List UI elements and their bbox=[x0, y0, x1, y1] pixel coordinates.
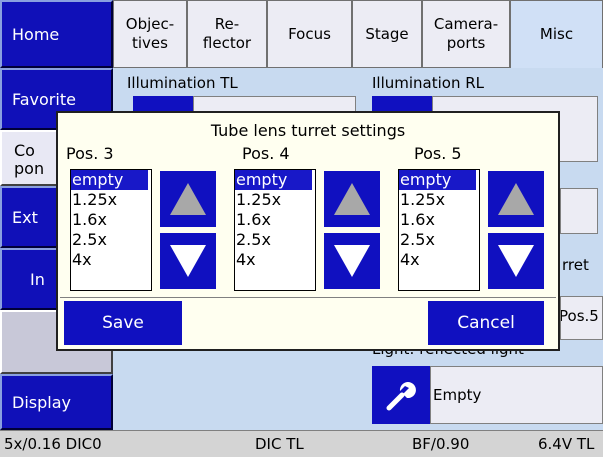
dialog-title: Tube lens turret settings bbox=[210, 121, 406, 140]
pos4-up-button[interactable] bbox=[324, 171, 380, 227]
pos4-label: Pos. 4 bbox=[242, 144, 290, 163]
tube-lens-dialog: Tube lens turret settings Pos. 3 empty 1… bbox=[56, 111, 560, 351]
pos3-down-button[interactable] bbox=[160, 233, 216, 289]
list-item[interactable]: 2.5x bbox=[235, 230, 315, 250]
tab-cameraports[interactable]: Camera-ports bbox=[422, 0, 510, 68]
wrench-icon bbox=[386, 382, 416, 411]
list-item[interactable]: 2.5x bbox=[399, 230, 479, 250]
arrow-up-icon bbox=[498, 183, 534, 215]
arrow-down-icon bbox=[334, 245, 370, 277]
illum-tl-value[interactable] bbox=[193, 96, 356, 112]
status-bar: 5x/0.16 DIC0 DIC TL BF/0.90 6.4V TL bbox=[0, 430, 603, 457]
tab-focus-label: Focus bbox=[288, 24, 331, 43]
pos5-listbox[interactable]: empty 1.25x 1.6x 2.5x 4x bbox=[398, 169, 480, 291]
arrow-up-icon bbox=[334, 183, 370, 215]
nav-display-label: Display bbox=[12, 392, 71, 412]
nav-display-button[interactable]: Display bbox=[0, 374, 113, 430]
pos5-label: Pos. 5 bbox=[414, 144, 462, 163]
list-item[interactable]: 4x bbox=[71, 250, 151, 270]
pos4-down-button[interactable] bbox=[324, 233, 380, 289]
tab-objectives-l1: Objec- bbox=[125, 15, 175, 33]
tab-reflector[interactable]: Re-flector bbox=[187, 0, 267, 68]
turret-box-top[interactable] bbox=[560, 188, 598, 234]
list-item[interactable]: 1.6x bbox=[71, 210, 151, 230]
pos4-listbox[interactable]: empty 1.25x 1.6x 2.5x 4x bbox=[234, 169, 316, 291]
turret-pos-box[interactable]: Pos.5 bbox=[560, 296, 603, 340]
list-item[interactable]: 1.25x bbox=[235, 190, 315, 210]
list-item[interactable]: 1.6x bbox=[399, 210, 479, 230]
pos5-up-button[interactable] bbox=[488, 171, 544, 227]
pos3-label: Pos. 3 bbox=[66, 144, 114, 163]
pos3-listbox[interactable]: empty 1.25x 1.6x 2.5x 4x bbox=[70, 169, 152, 291]
list-item[interactable]: empty bbox=[235, 170, 312, 190]
nav-in-label: In bbox=[30, 269, 45, 289]
tab-cameraports-l1: Camera- bbox=[433, 15, 499, 33]
tab-stage-label: Stage bbox=[365, 24, 409, 43]
status-aperture: BF/0.90 bbox=[412, 435, 470, 453]
illumination-tl-label: Illumination TL bbox=[127, 74, 238, 92]
wrench-button[interactable] bbox=[372, 366, 430, 424]
tab-objectives[interactable]: Objec-tives bbox=[113, 0, 187, 68]
nav-ext-label: Ext bbox=[12, 207, 38, 227]
list-item[interactable]: 2.5x bbox=[71, 230, 151, 250]
tab-reflector-l1: Re- bbox=[214, 15, 240, 33]
nav-home-button[interactable]: Home bbox=[0, 0, 113, 68]
tab-reflector-l2: flector bbox=[202, 34, 252, 52]
nav-home-label: Home bbox=[12, 24, 60, 44]
illumination-rl-label: Illumination RL bbox=[372, 74, 485, 92]
pos5-down-button[interactable] bbox=[488, 233, 544, 289]
list-item[interactable]: empty bbox=[399, 170, 476, 190]
list-item[interactable]: 1.6x bbox=[235, 210, 315, 230]
status-contrast: DIC TL bbox=[255, 435, 304, 453]
list-item[interactable]: empty bbox=[71, 170, 148, 190]
nav-favorite-label: Favorite bbox=[12, 89, 76, 109]
status-voltage: 6.4V TL bbox=[538, 435, 595, 453]
status-objective: 5x/0.16 DIC0 bbox=[4, 435, 102, 453]
illum-tl-icon-button[interactable] bbox=[133, 96, 193, 112]
tab-stage[interactable]: Stage bbox=[352, 0, 422, 68]
arrow-down-icon bbox=[170, 245, 206, 277]
tab-misc[interactable]: Misc bbox=[510, 0, 603, 68]
empty-label: Empty bbox=[433, 386, 482, 404]
list-item[interactable]: 4x bbox=[399, 250, 479, 270]
list-item[interactable]: 1.25x bbox=[399, 190, 479, 210]
save-button[interactable]: Save bbox=[64, 301, 182, 345]
tab-focus[interactable]: Focus bbox=[267, 0, 352, 68]
pos3-up-button[interactable] bbox=[160, 171, 216, 227]
cancel-button[interactable]: Cancel bbox=[428, 301, 544, 345]
tab-cameraports-l2: ports bbox=[446, 34, 486, 52]
nav-components-label: Co pon bbox=[14, 141, 45, 178]
arrow-down-icon bbox=[498, 245, 534, 277]
list-item[interactable]: 4x bbox=[235, 250, 315, 270]
reflected-light-value[interactable]: Empty bbox=[430, 366, 603, 424]
tab-objectives-l2: tives bbox=[132, 34, 168, 52]
turret-pos-label: Pos.5 bbox=[560, 307, 599, 325]
list-item[interactable]: 1.25x bbox=[71, 190, 151, 210]
tab-misc-label: Misc bbox=[539, 25, 574, 43]
turret-label: rret bbox=[562, 256, 589, 274]
illum-rl-icon-button[interactable] bbox=[372, 96, 432, 112]
dialog-separator bbox=[60, 297, 556, 298]
arrow-up-icon bbox=[170, 183, 206, 215]
